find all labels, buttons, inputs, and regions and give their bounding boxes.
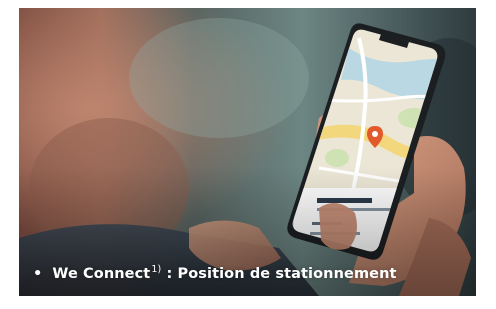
- photo-frame: • We Connect1) : Position de stationnemen…: [19, 8, 476, 296]
- parking-position-photo: [19, 8, 476, 296]
- caption-title: We Connect: [52, 266, 151, 282]
- caption-subtitle: : Position de stationnement: [161, 266, 397, 282]
- caption: • We Connect1) : Position de stationnemen…: [33, 264, 397, 282]
- footnote-marker: 1): [151, 264, 162, 275]
- bullet: •: [33, 266, 43, 282]
